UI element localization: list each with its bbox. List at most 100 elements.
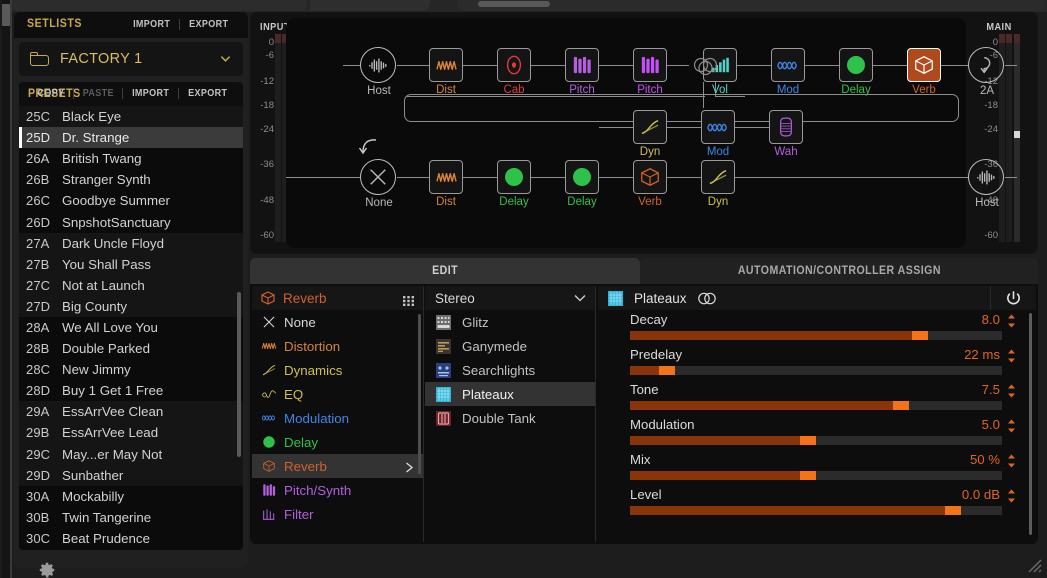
effect-model-searchlights[interactable]: Searchlights — [425, 358, 595, 382]
setlist-selector[interactable]: FACTORY 1 — [19, 42, 243, 76]
preset-row[interactable]: 25C Black Eye — [19, 106, 243, 128]
chain-node-none[interactable]: None — [360, 159, 396, 209]
presets-action-export[interactable]: EXPORT — [182, 88, 234, 99]
parameter-slider-track[interactable] — [630, 471, 1002, 480]
effect-model-double-tank[interactable]: Double Tank — [425, 406, 595, 430]
chevron-down-icon[interactable] — [220, 53, 231, 64]
chain-block-mod[interactable]: Mod — [701, 110, 735, 158]
effect-category-delay[interactable]: Delay — [252, 430, 423, 454]
chain-block-delay[interactable]: Delay — [497, 160, 531, 208]
chain-node-2a[interactable]: 2A — [968, 47, 1004, 97]
chain-block-dyn[interactable]: Dyn — [633, 110, 667, 158]
tab-edit[interactable]: EDIT — [250, 258, 640, 284]
parameter-slider-handle[interactable] — [893, 401, 909, 410]
effect-category-reverb[interactable]: Reverb — [252, 454, 423, 478]
parameter-row[interactable]: Mix 50 % — [598, 450, 1036, 485]
stereo-mono-selector[interactable]: Stereo — [425, 286, 595, 310]
chain-block-delay[interactable]: Delay — [565, 160, 599, 208]
effect-category-dynamics[interactable]: Dynamics — [252, 358, 423, 382]
parameter-stepper[interactable] — [1007, 349, 1016, 363]
preset-row[interactable]: 26C Goodbye Summer — [19, 190, 243, 211]
category-scrollbar[interactable] — [418, 314, 421, 474]
effect-category-pitch-synth[interactable]: Pitch/Synth — [252, 478, 423, 502]
effect-model-glitz[interactable]: Glitz — [425, 310, 595, 334]
effect-model-list[interactable]: Glitz Ganymede Searchlights Plateaux Dou… — [425, 310, 595, 430]
chrome-handle-pill[interactable] — [478, 1, 550, 7]
preset-row[interactable]: 28A We All Love You — [19, 317, 243, 338]
chevron-right-icon[interactable] — [405, 460, 414, 473]
preset-row[interactable]: 29A EssArrVee Clean — [19, 401, 243, 423]
preset-row[interactable]: 28D Buy 1 Get 1 Free — [19, 380, 243, 401]
window-left-scrollbar[interactable] — [0, 0, 12, 578]
parameter-row[interactable]: Modulation 5.0 — [598, 415, 1036, 450]
chain-block-pitch[interactable]: Pitch — [633, 48, 667, 96]
grid-icon[interactable] — [403, 293, 415, 306]
preset-row[interactable]: 29C May...er May Not — [19, 443, 243, 465]
effect-category-none[interactable]: None — [252, 310, 423, 334]
parameter-slider-handle[interactable] — [659, 366, 675, 375]
parameter-slider-handle[interactable] — [800, 436, 816, 445]
parameter-slider-track[interactable] — [630, 401, 1002, 410]
parameter-slider-track[interactable] — [630, 331, 1002, 340]
preset-row[interactable]: 28C New Jimmy — [19, 359, 243, 380]
preset-list-scrollbar[interactable] — [237, 292, 241, 457]
parameter-scrollbar[interactable] — [1029, 313, 1032, 535]
parameter-slider-handle[interactable] — [945, 506, 961, 515]
presets-action-import[interactable]: IMPORT — [126, 88, 176, 99]
chain-node-host[interactable]: Host — [968, 159, 1004, 209]
chain-block-verb[interactable]: Verb — [907, 48, 941, 96]
split-merge-node[interactable] — [690, 56, 724, 76]
parameter-slider-handle[interactable] — [800, 471, 816, 480]
setlists-action-export[interactable]: EXPORT — [183, 19, 235, 30]
chain-block-wah[interactable]: Wah — [769, 110, 803, 158]
scrollbar-thumb[interactable] — [2, 4, 10, 26]
resize-grip-icon[interactable] — [1023, 554, 1043, 574]
parameter-list[interactable]: Decay 8.0 Predelay 22 ms Tone 7.5 Modulation 5.… — [598, 310, 1036, 542]
effect-category-eq[interactable]: EQ — [252, 382, 423, 406]
parameter-row[interactable]: Level 0.0 dB — [598, 485, 1036, 520]
effect-category-modulation[interactable]: Modulation — [252, 406, 423, 430]
preset-row[interactable]: 27C Not at Launch — [19, 274, 243, 296]
routing-canvas[interactable]: Host Dist Cab Pitch Pitch Vol Mod Delay Ve… — [286, 18, 1017, 248]
preset-row[interactable]: 27B You Shall Pass — [19, 253, 243, 275]
effect-category-header[interactable]: Reverb — [252, 286, 423, 310]
chain-node-host[interactable]: Host — [360, 47, 396, 97]
preset-row[interactable]: 27D Big County — [19, 295, 243, 317]
parameter-stepper[interactable] — [1007, 454, 1016, 468]
gear-icon[interactable] — [38, 561, 56, 578]
setlists-action-import[interactable]: IMPORT — [127, 19, 177, 30]
parameter-row[interactable]: Decay 8.0 — [598, 310, 1036, 345]
parameter-row[interactable]: Predelay 22 ms — [598, 345, 1036, 380]
effect-category-filter[interactable]: Filter — [252, 502, 423, 526]
stereo-link-icon[interactable] — [696, 292, 718, 305]
chain-block-cab[interactable]: Cab — [497, 48, 531, 96]
presets-action-copy[interactable]: COPY — [31, 88, 71, 99]
effect-category-list[interactable]: None Distortion Dynamics EQ Modulation De… — [252, 310, 423, 526]
power-icon[interactable] — [990, 286, 1036, 310]
tab-automation-controller-assign[interactable]: AUTOMATION/CONTROLLER ASSIGN — [640, 258, 1038, 284]
parameter-row[interactable]: Tone 7.5 — [598, 380, 1036, 415]
effect-model-ganymede[interactable]: Ganymede — [425, 334, 595, 358]
effect-category-distortion[interactable]: Distortion — [252, 334, 423, 358]
preset-list[interactable]: 25C Black Eye 25D Dr. Strange 26A British Twa… — [19, 106, 243, 550]
preset-row[interactable]: 26B Stranger Synth — [19, 169, 243, 190]
chain-block-mod[interactable]: Mod — [771, 48, 805, 96]
preset-row[interactable]: 26D SnpshotSanctuary — [19, 211, 243, 232]
parameter-slider-track[interactable] — [630, 366, 1002, 375]
parameter-stepper[interactable] — [1007, 384, 1016, 398]
preset-row[interactable]: 29B EssArrVee Lead — [19, 422, 243, 444]
parameter-slider-track[interactable] — [630, 436, 1002, 445]
parameter-stepper[interactable] — [1007, 489, 1016, 503]
chain-block-verb[interactable]: Verb — [633, 160, 667, 208]
chain-block-dist[interactable]: Dist — [429, 160, 463, 208]
chevron-down-icon[interactable] — [574, 294, 586, 302]
preset-row[interactable]: 25D Dr. Strange — [19, 127, 243, 149]
parameter-slider-track[interactable] — [630, 506, 1002, 515]
preset-row[interactable]: 29D Sunbather — [19, 464, 243, 486]
chain-block-dist[interactable]: Dist — [429, 48, 463, 96]
parameter-stepper[interactable] — [1007, 419, 1016, 433]
scrollbar-track[interactable] — [2, 0, 10, 578]
preset-row[interactable]: 28B Double Parked — [19, 338, 243, 359]
preset-row[interactable]: 27A Dark Uncle Floyd — [19, 232, 243, 254]
chain-block-delay[interactable]: Delay — [839, 48, 873, 96]
